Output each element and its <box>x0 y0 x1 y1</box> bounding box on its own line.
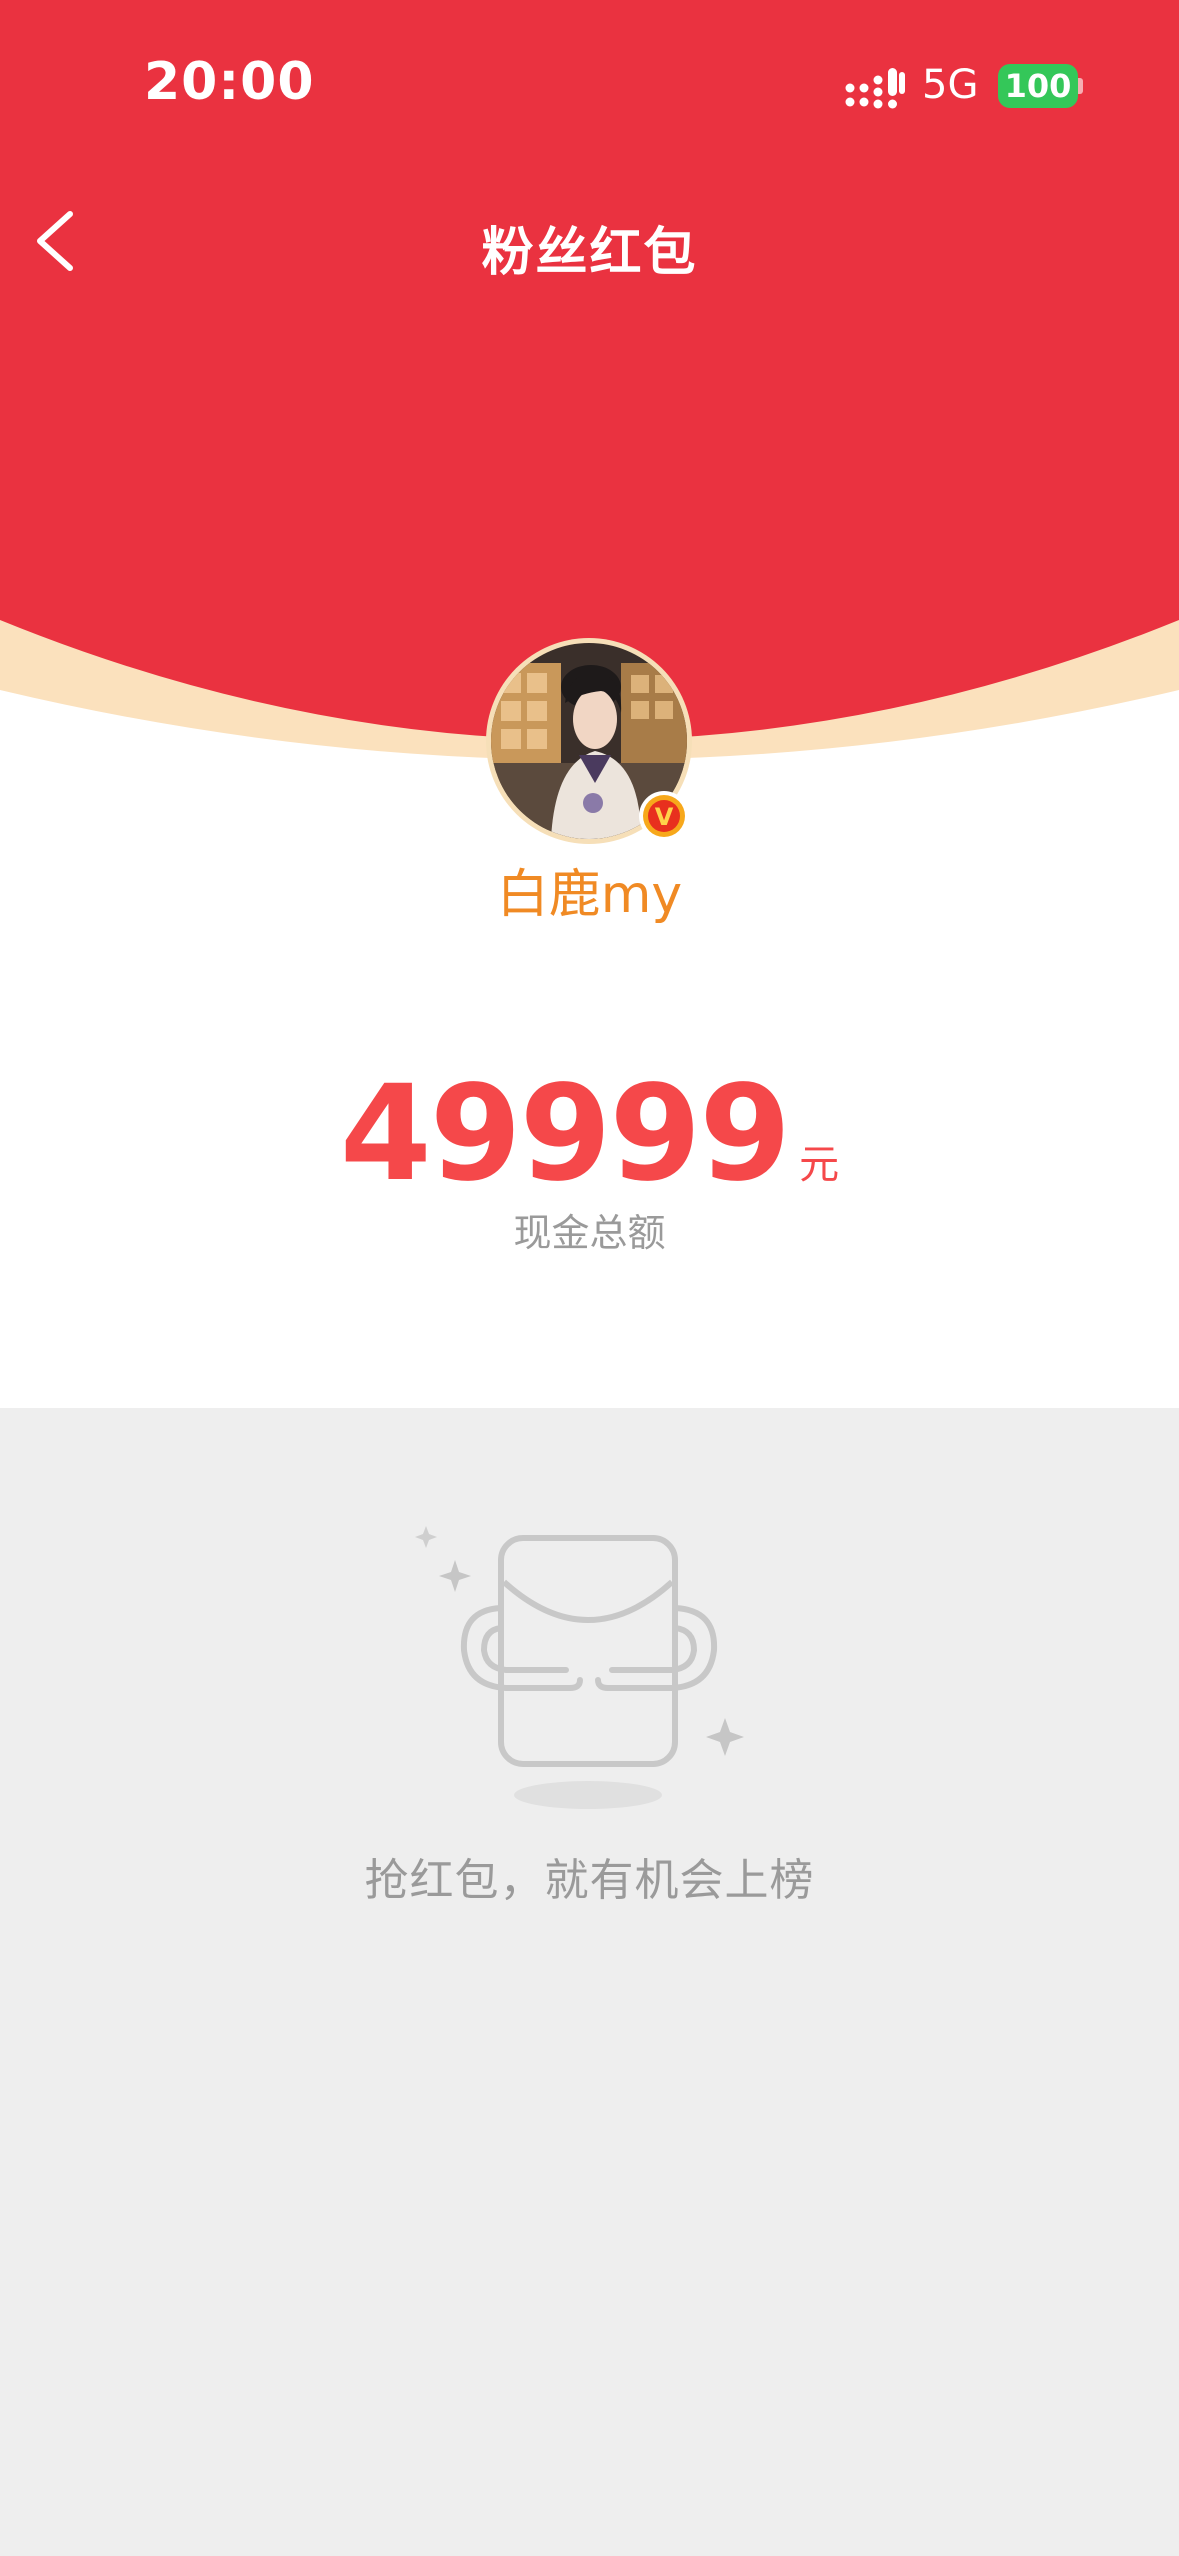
battery-icon: 100 <box>998 64 1078 108</box>
empty-state-text: 抢红包，就有机会上榜 <box>364 1855 815 1906</box>
status-bar: 20:00 5G 100 <box>0 0 1179 170</box>
verified-v-icon: V <box>639 791 689 841</box>
battery-level: 100 <box>1004 67 1072 105</box>
amount-value: 49999 <box>339 1057 791 1211</box>
signal-bars-icon <box>845 68 905 109</box>
network-type: 5G <box>922 62 979 108</box>
page-title: 粉丝红包 <box>481 223 698 283</box>
amount-unit: 元 <box>799 1142 840 1188</box>
username[interactable]: 白鹿my <box>0 852 1179 927</box>
amount-row: 49999 元 <box>0 1068 1179 1200</box>
status-time: 20:00 <box>144 52 315 112</box>
battery-cap <box>1078 78 1083 94</box>
badge-letter: V <box>655 803 674 831</box>
page: 20:00 5G 100 粉丝红包 V 白鹿my 49999 元 现金总额 抢红… <box>0 0 1179 2556</box>
amount-label: 现金总额 <box>513 1211 666 1255</box>
red-packet-empty-icon <box>415 1526 744 1809</box>
